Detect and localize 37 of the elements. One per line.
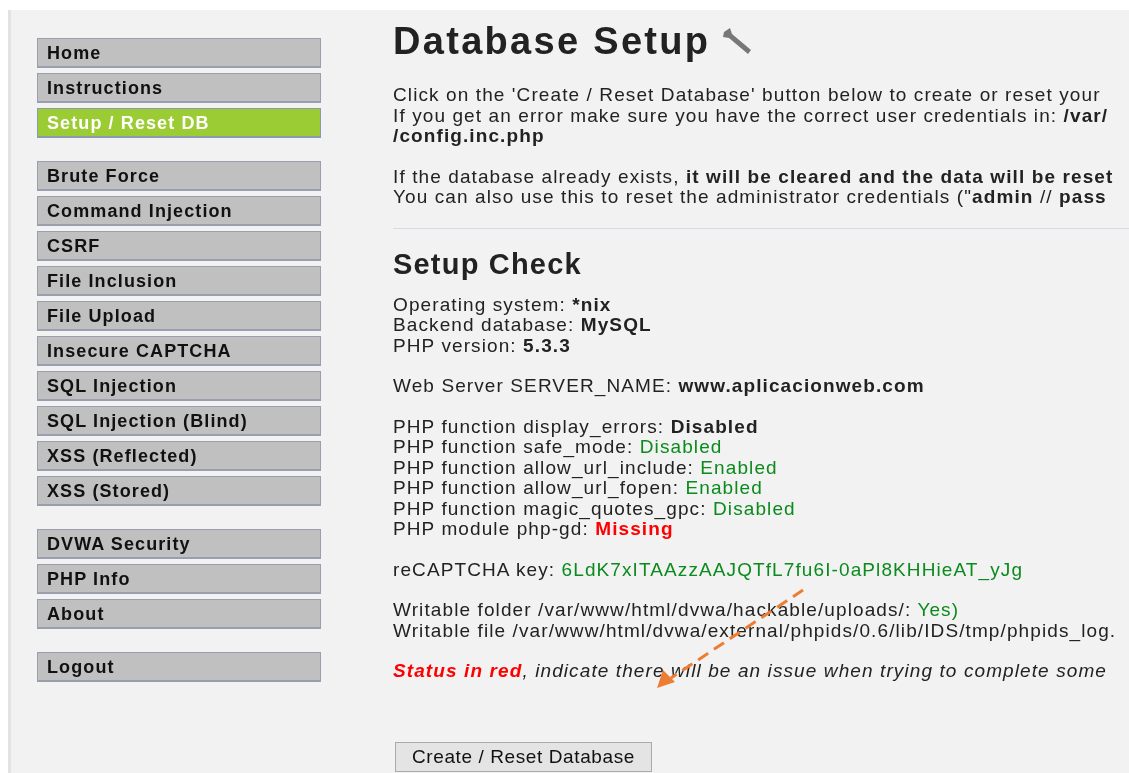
intro-text: You can also use this to reset the administrator credentials ("admin // pass bbox=[393, 187, 1107, 208]
check-line: Backend database: MySQL bbox=[393, 315, 652, 336]
menu-item[interactable]: Instructions bbox=[37, 73, 321, 103]
menu-item[interactable]: DVWA Security bbox=[37, 529, 321, 559]
create-reset-button[interactable]: Create / Reset Database bbox=[395, 741, 652, 772]
intro-text: If the database already exists, it will be cleared and the data will be reset bbox=[393, 166, 1114, 187]
menu-item[interactable]: File Inclusion bbox=[37, 266, 321, 296]
page-title: Database Setup bbox=[393, 19, 711, 63]
menu-item[interactable]: SQL Injection bbox=[37, 371, 321, 401]
menu-item[interactable]: Logout bbox=[37, 652, 321, 682]
check-line: Operating system: *nix bbox=[393, 294, 612, 315]
check-line: Web Server SERVER_NAME: www.aplicacionweb.com bbox=[393, 376, 925, 397]
check-line: PHP function allow_url_fopen: Enabled bbox=[393, 478, 763, 499]
check-line: reCAPTCHA key: 6LdK7xITAAzzAAJQTfL7fu6I-0aPl8KHHieAT_yJg bbox=[393, 559, 1024, 580]
section-heading: Setup Check bbox=[393, 246, 583, 281]
menu-item[interactable]: XSS (Reflected) bbox=[37, 441, 321, 471]
intro-text: If you get an error make sure you have the correct user credentials in: /var/ bbox=[393, 105, 1109, 126]
menu-item[interactable]: Command Injection bbox=[37, 196, 321, 226]
check-line: PHP function allow_url_include: Enabled bbox=[393, 457, 778, 478]
intro-text: Click on the 'Create / Reset Database' button below to create or reset your bbox=[393, 85, 1101, 106]
check-line: Writable file /var/www/html/dvwa/external/phpids/0.6/lib/IDS/tmp/phpids_log. bbox=[393, 620, 1117, 641]
check-line: PHP version: 5.3.3 bbox=[393, 335, 571, 356]
menu-item[interactable]: File Upload bbox=[37, 301, 321, 331]
menu-item[interactable]: PHP Info bbox=[37, 564, 321, 594]
check-line: PHP function display_errors: Disabled bbox=[393, 416, 759, 437]
menu-item[interactable]: SQL Injection (Blind) bbox=[37, 406, 321, 436]
check-line: PHP function magic_quotes_gpc: Disabled bbox=[393, 498, 796, 519]
check-line: PHP function safe_mode: Disabled bbox=[393, 437, 723, 458]
check-line: PHP module php-gd: Missing bbox=[393, 519, 674, 540]
check-line: Writable folder /var/www/html/dvwa/hackable/uploads/: Yes) bbox=[393, 600, 960, 621]
menu-item[interactable]: About bbox=[37, 599, 321, 629]
intro-text: /config.inc.php bbox=[393, 126, 545, 147]
menu-item[interactable]: XSS (Stored) bbox=[37, 476, 321, 506]
menu-item[interactable]: Home bbox=[37, 38, 321, 68]
menu-item[interactable]: CSRF bbox=[37, 231, 321, 261]
menu-item[interactable]: Insecure CAPTCHA bbox=[37, 336, 321, 366]
menu-item[interactable]: Brute Force bbox=[37, 161, 321, 191]
